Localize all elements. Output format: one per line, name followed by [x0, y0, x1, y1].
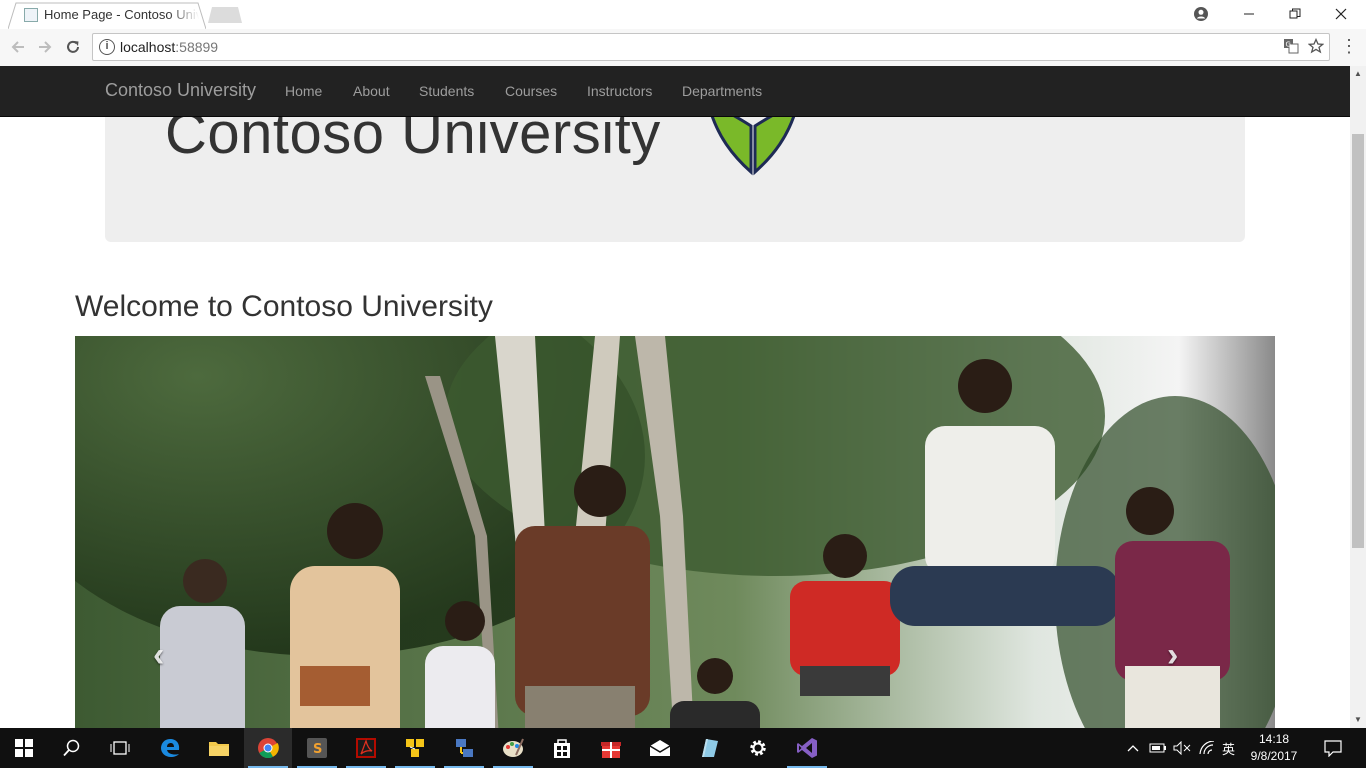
navbar-brand[interactable]: Contoso University — [105, 80, 256, 101]
url-host: localhost — [120, 39, 176, 55]
nav-students[interactable]: Students — [419, 83, 474, 99]
svg-text:S: S — [313, 742, 322, 757]
reload-icon[interactable] — [61, 35, 85, 59]
url-port: :58899 — [175, 39, 219, 55]
app-blue-icon[interactable] — [685, 728, 733, 768]
site-navbar: Contoso University Home About Students C… — [0, 66, 1350, 117]
sublime-text-icon[interactable]: S — [293, 728, 341, 768]
chrome-icon[interactable] — [244, 728, 292, 768]
tab-title[interactable]: Home Page - Contoso University — [44, 7, 199, 22]
browser-tabstrip: Home Page - Contoso University — [0, 0, 1366, 29]
notifications-icon[interactable] — [1324, 728, 1342, 768]
search-icon[interactable] — [48, 728, 96, 768]
carousel-next-button[interactable]: › — [1167, 636, 1178, 675]
page-viewport: Contoso University Contoso University Ho… — [0, 66, 1350, 728]
star-icon[interactable] — [1307, 37, 1325, 58]
url-text[interactable]: localhost:58899 — [120, 39, 218, 55]
carousel-photo — [75, 336, 1275, 728]
address-bar[interactable]: i localhost:58899 G — [92, 33, 1330, 61]
volume-muted-icon[interactable] — [1173, 728, 1191, 768]
mail-icon[interactable] — [636, 728, 684, 768]
close-icon[interactable] — [1318, 2, 1364, 26]
edge-icon[interactable] — [146, 728, 194, 768]
scroll-thumb[interactable] — [1352, 134, 1364, 548]
nav-about[interactable]: About — [353, 83, 390, 99]
nav-courses[interactable]: Courses — [505, 83, 557, 99]
page-favicon-icon — [24, 8, 38, 22]
svg-text:G: G — [1286, 41, 1291, 49]
network-app-icon[interactable] — [440, 728, 488, 768]
photo-carousel[interactable]: ‹ › — [75, 336, 1275, 728]
nav-departments[interactable]: Departments — [682, 83, 762, 99]
visual-studio-icon[interactable] — [783, 728, 831, 768]
menu-icon[interactable]: ⋮ — [1340, 35, 1358, 59]
file-explorer-icon[interactable] — [195, 728, 243, 768]
restore-icon[interactable] — [1272, 2, 1318, 26]
store-icon[interactable] — [538, 728, 586, 768]
input-language[interactable]: 英 — [1222, 728, 1235, 768]
back-icon[interactable] — [6, 35, 30, 59]
scroll-down-icon[interactable]: ▼ — [1350, 712, 1366, 728]
info-icon[interactable]: i — [99, 39, 115, 55]
welcome-heading: Welcome to Contoso University — [75, 290, 493, 323]
nav-home[interactable]: Home — [285, 83, 322, 99]
new-tab-button[interactable] — [208, 7, 242, 23]
tray-show-hidden-icon[interactable] — [1126, 728, 1140, 768]
forward-icon[interactable] — [33, 35, 57, 59]
scroll-up-icon[interactable]: ▲ — [1350, 66, 1366, 82]
wifi-icon[interactable] — [1198, 728, 1216, 768]
clock-time: 14:18 — [1258, 732, 1290, 746]
page-scrollbar[interactable]: ▲ ▼ — [1350, 66, 1366, 728]
acrobat-reader-icon[interactable] — [342, 728, 390, 768]
app-yellow-icon[interactable] — [391, 728, 439, 768]
gift-app-icon[interactable] — [587, 728, 635, 768]
paint-icon[interactable] — [489, 728, 537, 768]
taskbar-clock[interactable]: 14:18 9/8/2017 — [1236, 731, 1312, 765]
windows-start-icon[interactable] — [0, 728, 48, 768]
task-view-icon[interactable] — [96, 728, 144, 768]
profile-icon[interactable] — [1178, 2, 1224, 26]
translate-icon[interactable]: G — [1283, 38, 1299, 58]
settings-icon[interactable] — [734, 728, 782, 768]
carousel-prev-button[interactable]: ‹ — [153, 636, 164, 675]
battery-icon[interactable] — [1149, 728, 1167, 768]
minimize-icon[interactable] — [1226, 2, 1272, 26]
clock-date: 9/8/2017 — [1250, 749, 1298, 763]
windows-taskbar: S 英 14:18 9/8/2017 — [0, 728, 1366, 768]
browser-toolbar: i localhost:58899 G ⋮ — [0, 29, 1366, 66]
nav-instructors[interactable]: Instructors — [587, 83, 652, 99]
